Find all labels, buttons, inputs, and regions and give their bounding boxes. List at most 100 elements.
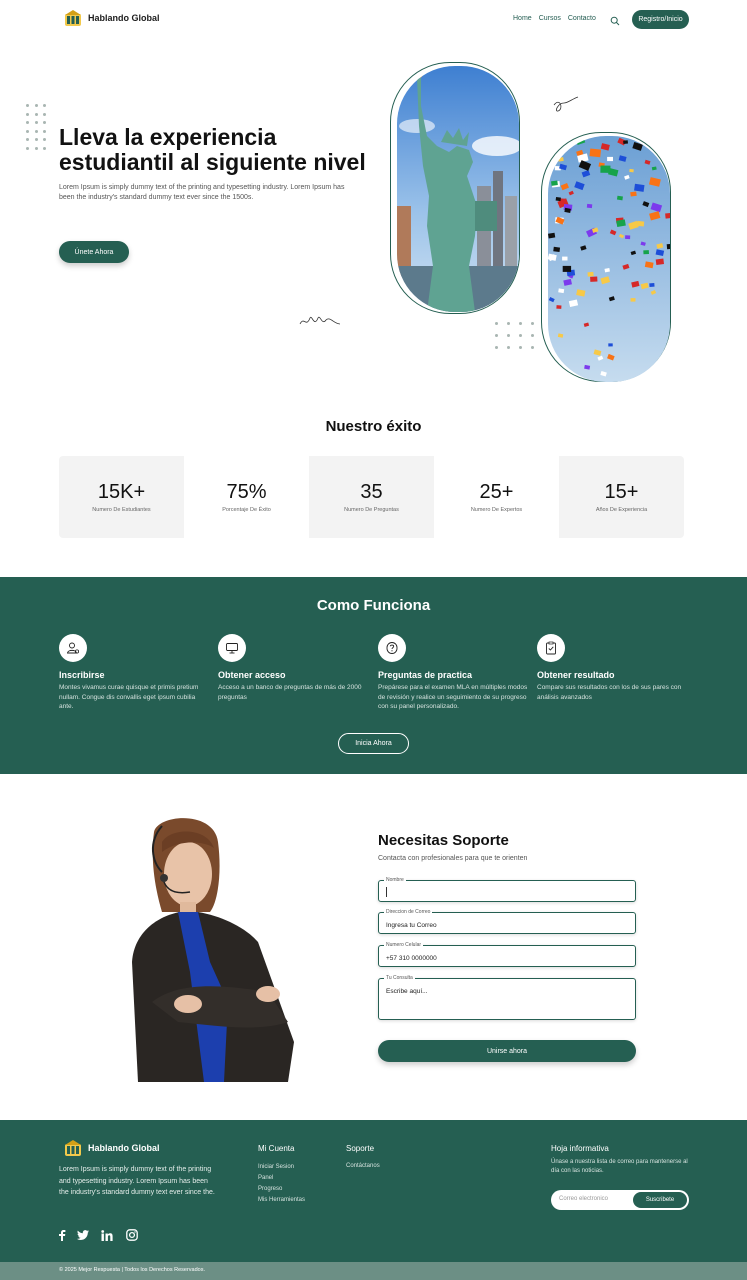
- step-title: Obtener acceso: [218, 670, 286, 680]
- phone-field[interactable]: Numero Celular +57 310 0000000: [378, 942, 636, 967]
- flag: [630, 191, 637, 197]
- flag: [629, 168, 634, 173]
- search-icon[interactable]: [610, 13, 620, 26]
- support-agent-image: [118, 812, 298, 1082]
- step-result: Obtener resultado Compare sus resultados…: [537, 634, 689, 702]
- nav-link-contacto[interactable]: Contacto: [568, 15, 596, 22]
- user-icon: [59, 634, 87, 662]
- flag: [600, 165, 611, 173]
- subscribe-button[interactable]: Suscribete: [633, 1192, 687, 1208]
- flag: [556, 305, 562, 309]
- footer-brand-name: Hablando Global: [88, 1143, 160, 1153]
- how-it-works-title: Como Funciona: [316, 597, 431, 614]
- flag: [562, 256, 568, 261]
- stat-experts: 25+ Numero De Expertos: [434, 456, 559, 538]
- monitor-icon: [218, 634, 246, 662]
- flag: [587, 271, 594, 277]
- newsletter-title: Hoja informativa: [551, 1144, 609, 1153]
- query-textarea[interactable]: Tu Consulta Escribe aquí...: [378, 975, 636, 1020]
- footer-link-progress[interactable]: Progreso: [258, 1186, 305, 1192]
- scribble-bottom: [299, 316, 341, 325]
- stat-label: Numero De Estudiantes: [92, 507, 151, 513]
- copyright-text: © 2025 Mejor Respuesta | Todos los Derec…: [59, 1267, 206, 1273]
- stats-title: Nuestro éxito: [325, 418, 422, 435]
- flag: [630, 298, 636, 302]
- flag: [634, 183, 645, 192]
- nav-link-cursos[interactable]: Cursos: [539, 15, 561, 22]
- stat-label: Numero De Expertos: [470, 507, 523, 513]
- field-label: Direccion de Correo: [384, 909, 433, 915]
- flag: [643, 250, 649, 255]
- step-signup: Inscribirse Montes vivamus curae quisque…: [59, 634, 199, 712]
- stat-value: 15+: [604, 481, 639, 503]
- flag: [608, 343, 613, 347]
- stat-value: 35: [360, 481, 383, 503]
- join-now-submit-button[interactable]: Unirse ahora: [378, 1040, 636, 1062]
- nav-links: Home Cursos Contacto: [513, 15, 596, 22]
- linkedin-icon[interactable]: [100, 1228, 114, 1242]
- name-field[interactable]: Nombre: [378, 877, 636, 902]
- nav-link-home[interactable]: Home: [513, 15, 532, 22]
- step-access: Obtener acceso Acceso a un banco de preg…: [218, 634, 363, 702]
- stat-years: 15+ Años De Experiencia: [559, 456, 684, 538]
- footer-logo[interactable]: Hablando Global: [64, 1139, 160, 1157]
- field-label: Numero Celular: [384, 942, 424, 948]
- email-field[interactable]: Direccion de Correo Ingresa tu Correo: [378, 909, 636, 934]
- question-icon: [378, 634, 406, 662]
- brand-name: Hablando Global: [88, 13, 160, 23]
- instagram-icon[interactable]: [125, 1228, 139, 1242]
- hero-title: Lleva la experiencia estudiantil al sigu…: [59, 124, 366, 175]
- flag: [625, 235, 631, 240]
- footer-link-panel[interactable]: Panel: [258, 1175, 305, 1181]
- step-title: Inscribirse: [59, 670, 105, 680]
- flag: [649, 283, 655, 287]
- register-login-button[interactable]: Registro/Inicio: [632, 10, 689, 29]
- hero-dots-right: [495, 322, 534, 349]
- footer-link-login[interactable]: Iniciar Sesion: [258, 1164, 305, 1170]
- footer-link-tools[interactable]: Mis Herramientas: [258, 1197, 305, 1203]
- twitter-icon[interactable]: [76, 1228, 90, 1242]
- logo-icon: [64, 1139, 82, 1157]
- support-subtitle: Contacta con profesionales para que te o…: [378, 855, 528, 862]
- field-value: +57 310 0000000: [386, 955, 437, 962]
- start-now-button[interactable]: Inicia Ahora: [338, 733, 409, 754]
- newsletter-description: Únase a nuestra lista de correo para man…: [551, 1159, 688, 1174]
- flag: [655, 258, 665, 265]
- flag: [655, 367, 664, 374]
- world-flags-image: [548, 136, 670, 382]
- flag: [616, 195, 623, 201]
- text-cursor: [386, 887, 387, 897]
- scribble-top: [553, 96, 579, 112]
- flag: [607, 156, 613, 162]
- facebook-icon[interactable]: [55, 1228, 69, 1242]
- hero-subtitle: Lorem Ipsum is simply dummy text of the …: [59, 184, 345, 201]
- newsletter-email-input[interactable]: Correo electronico: [559, 1196, 608, 1202]
- step-desc: Acceso a un banco de preguntas de más de…: [218, 684, 362, 701]
- logo-icon: [64, 9, 82, 27]
- stat-questions: 35 Numero De Preguntas: [309, 456, 434, 538]
- step-title: Obtener resultado: [537, 670, 615, 680]
- field-value: Ingresa tu Correo: [386, 922, 437, 929]
- step-practice: Preguntas de practica Prepárese para el …: [378, 634, 530, 712]
- stat-success-rate: 75% Porcentaje De Éxito: [184, 456, 309, 538]
- flag: [666, 243, 670, 250]
- flag: [648, 373, 654, 379]
- stat-label: Años De Experiencia: [595, 507, 648, 513]
- footer-link-contact[interactable]: Contáctanos: [346, 1163, 380, 1169]
- flag: [553, 246, 561, 253]
- hero-dots-left: [26, 104, 46, 150]
- flag: [555, 197, 561, 202]
- field-label: Nombre: [384, 877, 406, 883]
- nav-logo[interactable]: Hablando Global: [64, 9, 160, 27]
- stats-panel: 15K+ Numero De Estudiantes 75% Porcentaj…: [59, 456, 684, 538]
- flag: [562, 265, 572, 272]
- footer-column-title: Soporte: [346, 1144, 375, 1153]
- flag: [590, 276, 598, 282]
- footer-account-column: Mi Cuenta Iniciar Sesion Panel Progreso …: [258, 1144, 305, 1203]
- newsletter-form: Correo electronico Suscribete: [551, 1190, 689, 1210]
- flag: [665, 212, 670, 219]
- clipboard-check-icon: [537, 634, 565, 662]
- join-now-button[interactable]: Únete Ahora: [59, 241, 129, 263]
- flag: [623, 140, 629, 144]
- flag: [551, 180, 558, 186]
